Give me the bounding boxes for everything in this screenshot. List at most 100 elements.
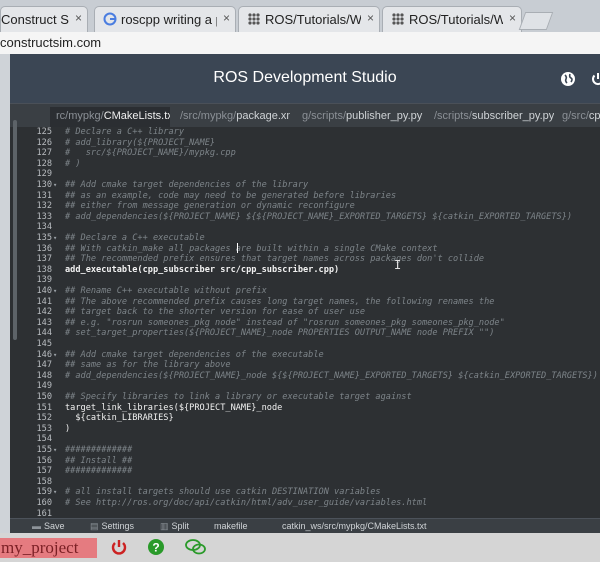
code-line[interactable]: 142 ## target back to the shorter version…: [10, 307, 600, 318]
fold-arrow-icon[interactable]: ▾: [53, 286, 57, 297]
editor-scrollbar[interactable]: [13, 120, 17, 340]
project-name: my_project: [1, 538, 79, 557]
code-line[interactable]: 127 # src/${PROJECT_NAME}/mypkg.cpp: [10, 148, 600, 159]
code-line[interactable]: 141 ## The above recommended prefix cause…: [10, 297, 600, 308]
globe-icon[interactable]: [560, 71, 576, 87]
code-line[interactable]: 158: [10, 477, 600, 488]
code-line[interactable]: 150 ## Specify libraries to link a librar…: [10, 392, 600, 403]
file-tab-publisher[interactable]: g/scripts/publisher_py.pyx: [298, 107, 424, 128]
code-line[interactable]: 154: [10, 434, 600, 445]
address-bar[interactable]: constructsim.com: [0, 32, 600, 55]
power-icon[interactable]: [110, 538, 128, 556]
fold-arrow-icon[interactable]: ▾: [53, 233, 57, 244]
code-line[interactable]: 143 ## e.g. "rosrun someones_pkg node" in…: [10, 318, 600, 329]
code-text: ## same as for the library above: [65, 360, 231, 371]
line-number: 155: [36, 445, 52, 455]
settings-button[interactable]: ▤ Settings: [90, 521, 134, 532]
code-line[interactable]: 160 # See http://ros.org/doc/api/catkin/h…: [10, 498, 600, 509]
line-number: 150: [36, 392, 52, 402]
browser-tab-ros-tutorials-2[interactable]: ROS/Tutorials/Writ ×: [382, 6, 522, 32]
code-line[interactable]: 129: [10, 169, 600, 180]
code-text: ## Add cmake target dependencies of the …: [65, 180, 309, 190]
code-editor[interactable]: 125 # Declare a C++ library 126 # add_libra…: [10, 127, 600, 518]
code-line[interactable]: 140 ▾ ## Rename C++ executable without pre…: [10, 286, 600, 297]
code-text: add_executable(cpp_subscriber src/cpp_su…: [65, 264, 340, 275]
code-text: # src/${PROJECT_NAME}/mypkg.cpp: [65, 148, 236, 159]
file-tab-src[interactable]: g/src/cp: [558, 107, 600, 128]
line-number: 154: [36, 434, 52, 445]
code-line[interactable]: 161: [10, 509, 600, 518]
browser-tab-ros-tutorials-1[interactable]: ROS/Tutorials/Writ ×: [238, 6, 380, 32]
code-line[interactable]: 126 # add_library(${PROJECT_NAME}: [10, 138, 600, 149]
code-text: # See http://ros.org/doc/api/catkin/html…: [65, 498, 428, 508]
text-cursor: [237, 243, 238, 253]
code-line[interactable]: 144 # set_target_properties(${PROJECT_NAM…: [10, 328, 600, 339]
code-line[interactable]: 131 ## as an example, code may need to be…: [10, 191, 600, 202]
code-line[interactable]: 147 ## same as for the library above: [10, 360, 600, 371]
file-tab-path: rc/mypkg/: [56, 110, 104, 122]
code-line[interactable]: 153): [10, 424, 600, 435]
code-line[interactable]: 137 ## The recommended prefix ensures tha…: [10, 254, 600, 265]
code-line[interactable]: 135 ▾ ## Declare a C++ executable: [10, 233, 600, 244]
code-line[interactable]: 132 ## either from message generation or …: [10, 201, 600, 212]
line-number: 148: [36, 370, 52, 381]
line-number: 145: [36, 339, 52, 349]
fold-arrow-icon[interactable]: ▾: [53, 487, 57, 498]
code-line[interactable]: 151 target_link_libraries(${PROJECT_NAME}…: [10, 403, 600, 414]
code-line[interactable]: 136 ## With catkin_make all packages are …: [10, 244, 600, 255]
browser-tab-label: ROS/Tutorials/Writ: [409, 12, 503, 27]
line-number: 149: [36, 381, 52, 392]
code-text: ## Install ##: [65, 455, 133, 466]
file-tab-subscriber[interactable]: /scripts/subscriber_py.pyx: [430, 107, 554, 128]
fold-arrow-icon[interactable]: ▾: [53, 180, 57, 191]
split-button[interactable]: ▥ Split: [160, 521, 189, 532]
code-line[interactable]: 128 # ): [10, 159, 600, 170]
code-line[interactable]: 134: [10, 222, 600, 233]
close-icon[interactable]: ×: [509, 11, 516, 25]
new-tab-button[interactable]: [518, 12, 554, 30]
fold-arrow-icon[interactable]: ▾: [53, 445, 57, 456]
power-icon[interactable]: [590, 71, 600, 87]
chat-icon[interactable]: [185, 538, 207, 556]
ros-icon: [247, 12, 261, 26]
code-line[interactable]: 148 # add_dependencies(${PROJECT_NAME}_no…: [10, 371, 600, 382]
close-icon[interactable]: ×: [223, 11, 230, 25]
editor-file-tabs: rc/mypkg/CMakeLists.txtx /src/mypkg/pack…: [10, 103, 600, 128]
file-tab-name: subscriber_py.py: [471, 110, 554, 122]
code-line[interactable]: 146 ▾ ## Add cmake target dependencies of …: [10, 350, 600, 361]
code-line[interactable]: 139: [10, 275, 600, 286]
url-text: constructsim.com: [0, 35, 102, 50]
code-text: # all install targets should use catkin …: [65, 487, 381, 498]
language-mode[interactable]: makefile: [214, 521, 248, 531]
code-line[interactable]: 157 #############: [10, 466, 600, 477]
browser-tab-bar: Construct Sim × roscpp writing a pu × RO…: [0, 0, 600, 32]
browser-tab-label: ROS/Tutorials/Writ: [265, 12, 361, 27]
file-tab-cmakelists[interactable]: rc/mypkg/CMakeLists.txtx: [50, 107, 170, 128]
fold-arrow-icon[interactable]: ▾: [53, 350, 57, 361]
file-tab-package-xml[interactable]: /src/mypkg/package.xmlx: [176, 107, 290, 128]
save-button[interactable]: ▬ Save: [32, 521, 65, 531]
app-header: ROS Development Studio: [10, 54, 600, 103]
code-line[interactable]: 130 ▾ ## Add cmake target dependencies of …: [10, 180, 600, 191]
code-line[interactable]: 145: [10, 339, 600, 350]
close-icon[interactable]: ×: [75, 11, 82, 25]
code-line[interactable]: 159 ▾ # all install targets should use cat…: [10, 487, 600, 498]
code-text: # Declare a C++ library: [65, 127, 184, 137]
code-line[interactable]: 125 # Declare a C++ library: [10, 127, 600, 138]
browser-tab-roscpp[interactable]: roscpp writing a pu ×: [94, 6, 236, 32]
code-line[interactable]: 156 ## Install ##: [10, 456, 600, 467]
split-label: Split: [171, 521, 190, 531]
google-icon: [103, 12, 117, 26]
code-line[interactable]: 133 # add_dependencies(${PROJECT_NAME} ${…: [10, 212, 600, 223]
code-line[interactable]: 138 add_executable(cpp_subscriber src/cpp…: [10, 265, 600, 276]
code-line[interactable]: 152 ${catkin_LIBRARIES}: [10, 413, 600, 424]
code-line[interactable]: 155 ▾ #############: [10, 445, 600, 456]
code-text: ## Add cmake target dependencies of the …: [65, 349, 324, 360]
line-number: 152: [36, 413, 52, 424]
line-number: 158: [36, 476, 52, 487]
code-line[interactable]: 149: [10, 381, 600, 392]
close-icon[interactable]: ×: [367, 11, 374, 25]
help-icon[interactable]: ?: [147, 538, 165, 556]
svg-text:?: ?: [152, 541, 159, 555]
browser-tab-construct-sim[interactable]: Construct Sim ×: [0, 6, 88, 32]
